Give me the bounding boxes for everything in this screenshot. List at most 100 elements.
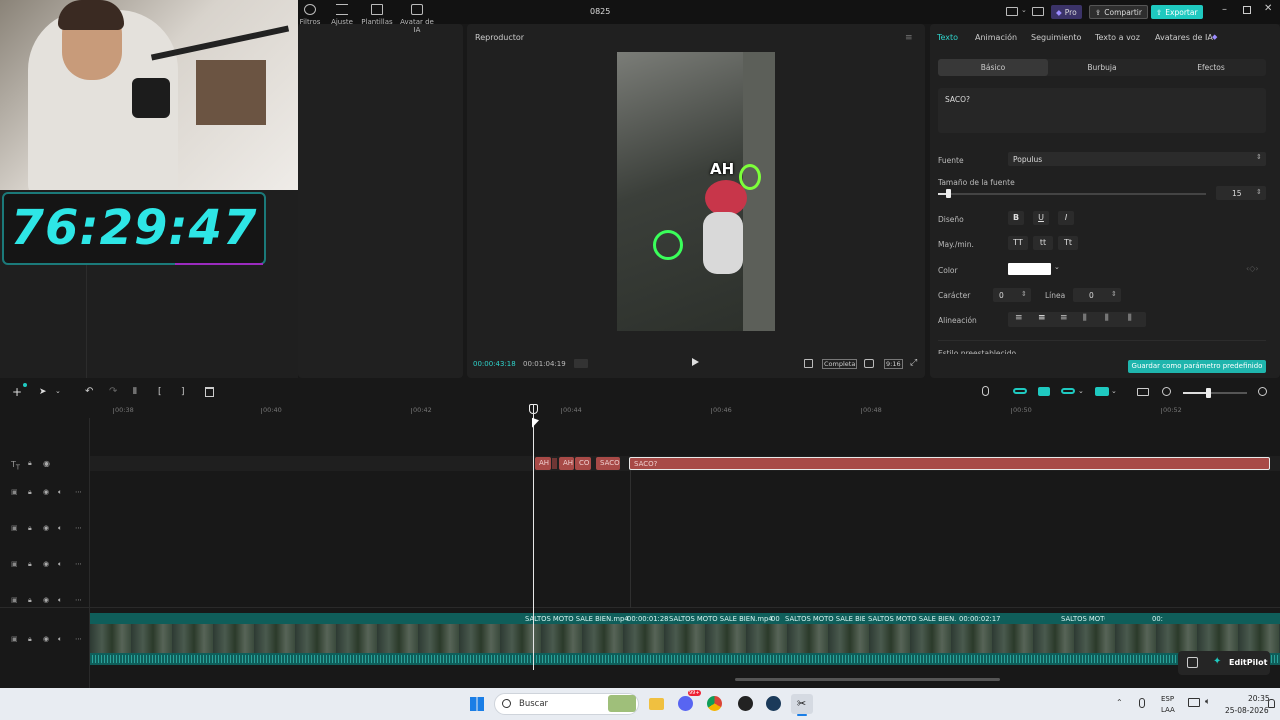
font-size-slider-thumb[interactable] [946,189,951,198]
volume-icon[interactable]: 🔈︎ [58,635,62,644]
linkage-icon[interactable] [1061,388,1075,394]
color-swatch[interactable] [1008,263,1051,275]
more-icon[interactable]: ⋯ [75,596,82,604]
tray-mic-icon[interactable] [1139,698,1145,708]
monitor-icon[interactable] [1188,698,1200,707]
text-clip[interactable]: CO [575,457,591,470]
chevron-down-icon[interactable]: ⌄ [1078,387,1084,395]
editpilot-button[interactable]: EditPilot [1229,658,1267,667]
export-button[interactable]: ⇧ Exportar [1151,5,1203,19]
volume-icon[interactable]: 🔈︎ [58,488,62,497]
more-icon[interactable]: ⋯ [75,524,82,532]
underline-button[interactable]: U [1033,211,1049,225]
close-icon[interactable]: ✕ [1264,3,1272,14]
lock-icon[interactable]: 🔒︎ [28,459,32,468]
clock-date[interactable]: 25-08-2026 [1225,706,1269,715]
eye-icon[interactable]: ◉ [43,488,49,496]
lang-secondary[interactable]: LAA [1161,706,1175,714]
save-preset-button[interactable]: Guardar como parámetro predefinido [1128,360,1266,373]
lock-icon[interactable]: 🔒︎ [28,635,32,644]
lock-icon[interactable]: 🔒︎ [28,488,32,497]
minimize-icon[interactable]: – [1222,4,1227,15]
more-icon[interactable]: ⋯ [75,560,82,568]
segment-effects[interactable]: Efectos [1156,59,1266,76]
discord-icon[interactable] [678,696,693,711]
menu-icon[interactable]: ≡ [905,33,913,43]
quality-button[interactable]: Completa [822,359,858,369]
bold-button[interactable]: B [1008,211,1024,225]
align-left-icon[interactable]: ≡ [1015,313,1023,323]
volume-icon[interactable]: 🔈︎ [58,560,62,569]
align-bottom-icon[interactable]: ⫼ [1128,313,1132,323]
eye-icon[interactable]: ◉ [43,524,49,532]
text-input-box[interactable] [938,88,1266,133]
obs-icon[interactable] [738,696,753,711]
windows-start-icon[interactable] [470,697,484,711]
eye-icon[interactable]: ◉ [43,596,49,604]
align-right-icon[interactable]: ≡ [1060,313,1068,323]
microphone-icon[interactable] [982,386,989,396]
add-icon[interactable]: + [12,385,22,399]
split-icon[interactable]: ⫴ [133,387,137,397]
feedback-icon[interactable] [1187,657,1198,668]
volume-icon[interactable]: 🔈︎ [1205,697,1210,707]
segment-basic[interactable]: Básico [938,59,1048,76]
redo-icon[interactable]: ↷ [109,386,117,397]
chrome-icon[interactable] [707,696,722,711]
steam-icon[interactable] [766,696,781,711]
preview-axis-icon[interactable] [1095,387,1109,396]
trim-right-icon[interactable]: ] [181,387,185,397]
titlecase-button[interactable]: Tt [1058,236,1078,250]
panel-icon[interactable] [1032,7,1044,16]
uppercase-button[interactable]: TT [1008,236,1028,250]
chevron-down-icon[interactable]: ⌄ [1021,6,1027,14]
font-select[interactable] [1008,152,1266,166]
notification-bell-icon[interactable] [1268,699,1275,708]
pro-button[interactable]: ◆ Pro [1051,5,1082,19]
font-size-slider-track[interactable] [938,193,1206,195]
lowercase-button[interactable]: tt [1033,236,1053,250]
volume-icon[interactable]: 🔈︎ [58,596,62,605]
text-clip-selected[interactable]: SACO? [629,457,1270,470]
tab-ai-avatars[interactable]: Avatares de IA [1155,33,1213,42]
clock-time[interactable]: 20:35 [1248,694,1270,703]
fit-icon[interactable] [864,359,874,368]
text-clip[interactable]: AH [559,457,574,470]
tab-text-to-speech[interactable]: Texto a voz [1095,33,1140,42]
eye-icon[interactable]: ◉ [43,635,49,643]
volume-icon[interactable]: 🔈︎ [58,524,62,533]
zoom-out-icon[interactable] [1162,387,1171,396]
more-icon[interactable]: ⋯ [75,635,82,643]
zoom-in-icon[interactable] [1258,387,1267,396]
trim-left-icon[interactable]: [ [158,387,162,397]
playhead[interactable] [533,404,534,670]
lock-icon[interactable]: 🔒︎ [28,596,32,605]
tab-animation[interactable]: Animación [975,33,1017,42]
chevron-down-icon[interactable]: ⌄ [1111,387,1117,395]
zoom-slider-thumb[interactable] [1206,388,1211,398]
delete-icon[interactable] [205,387,214,397]
tray-chevron-icon[interactable]: ⌃ [1116,698,1123,707]
segment-bubble[interactable]: Burbuja [1048,59,1156,76]
tab-templates[interactable]: Plantillas [356,4,398,26]
lock-icon[interactable]: 🔒︎ [28,524,32,533]
shot-icon[interactable] [804,359,813,368]
tab-text[interactable]: Texto [937,33,958,42]
align-center-icon[interactable]: ≡ [1038,313,1046,323]
tab-ai-avatar[interactable]: Avatar de IA [396,4,438,34]
file-explorer-icon[interactable] [649,698,664,710]
chevron-down-icon[interactable]: ⌄ [1054,263,1060,271]
select-tool-icon[interactable]: ➤ [39,387,47,397]
ratio-button[interactable]: 9:16 [884,359,903,369]
eye-icon[interactable]: ◉ [43,560,49,568]
timecode-icon[interactable] [574,359,588,368]
maximize-icon[interactable] [1243,6,1251,14]
eye-icon[interactable]: ◉ [43,459,50,468]
caption-icon[interactable] [1137,388,1149,396]
lock-icon[interactable]: 🔒︎ [28,560,32,569]
link-main-track-icon[interactable] [1013,388,1027,394]
text-clip[interactable]: AH [535,457,551,470]
align-top-icon[interactable]: ⫼ [1083,313,1087,323]
tab-tracking[interactable]: Seguimiento [1031,33,1081,42]
layout-icon[interactable] [1006,7,1018,16]
